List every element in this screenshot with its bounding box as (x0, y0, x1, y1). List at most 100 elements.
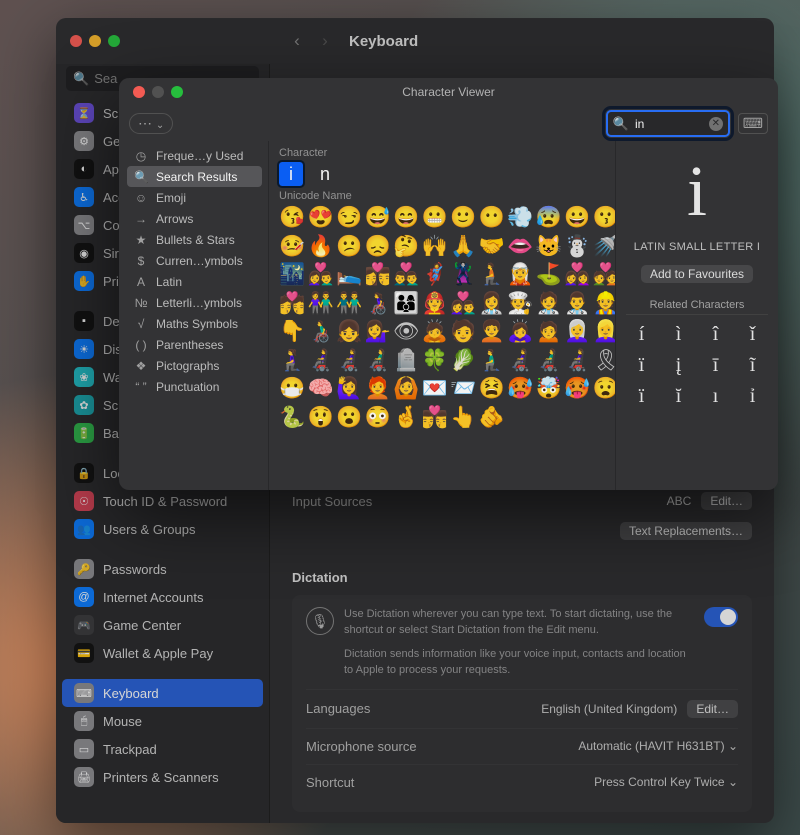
minimize-icon[interactable] (89, 35, 101, 47)
emoji-cell[interactable]: 👨‍🦼 (365, 348, 391, 374)
keyboard-viewer-icon[interactable]: ⌨︎ (738, 113, 768, 134)
category-item[interactable]: $Curren…ymbols (127, 250, 262, 271)
emoji-cell[interactable]: 🧑‍⚕️ (536, 291, 562, 317)
emoji-cell[interactable]: 😗 (593, 205, 616, 231)
emoji-cell[interactable]: ☃️ (564, 234, 590, 260)
sidebar-item-internet-accounts[interactable]: @Internet Accounts (62, 583, 263, 611)
emoji-cell[interactable]: 👨‍🦽 (308, 319, 334, 345)
emoji-cell[interactable]: 👩‍❤️‍👨 (450, 291, 476, 317)
emoji-cell[interactable]: 👬 (336, 291, 362, 317)
emoji-cell[interactable]: 👁 (393, 319, 419, 345)
emoji-cell[interactable]: 🤝 (479, 234, 505, 260)
emoji-cell[interactable]: 🧑‍🍳 (507, 291, 533, 317)
emoji-cell[interactable]: 🧑‍🦰 (365, 376, 391, 402)
forward-button[interactable]: › (311, 31, 339, 51)
emoji-cell[interactable]: 😅 (365, 205, 391, 231)
sidebar-item-trackpad[interactable]: ▭Trackpad (62, 735, 263, 763)
emoji-cell[interactable]: 🌃 (279, 262, 305, 288)
clear-search-icon[interactable]: ✕ (709, 117, 723, 131)
emoji-cell[interactable]: 🙇 (422, 319, 448, 345)
related-char[interactable]: ï (626, 385, 657, 408)
related-char[interactable]: ī (700, 354, 731, 377)
related-char[interactable]: ì (663, 323, 694, 346)
emoji-cell[interactable]: 🤯 (536, 376, 562, 402)
emoji-cell[interactable]: 😕 (336, 234, 362, 260)
emoji-cell[interactable]: 🧑 (450, 319, 476, 345)
emoji-cell[interactable]: 👩‍🦼 (507, 348, 533, 374)
category-item[interactable]: 🔍Search Results (127, 166, 262, 187)
emoji-cell[interactable]: 👩‍❤️‍👨 (308, 262, 334, 288)
input-sources-edit-button[interactable]: Edit… (701, 492, 752, 510)
emoji-cell[interactable]: 👷 (593, 291, 616, 317)
emoji-cell[interactable]: 😰 (536, 205, 562, 231)
charviewer-search-input[interactable] (633, 116, 709, 132)
sidebar-item-users-groups[interactable]: 👥Users & Groups (62, 515, 263, 543)
emoji-cell[interactable]: 🙆 (393, 376, 419, 402)
sidebar-item-game-center[interactable]: 🎮Game Center (62, 611, 263, 639)
emoji-cell[interactable]: 👩‍🦽 (365, 291, 391, 317)
emoji-cell[interactable]: 🙋‍♀️ (336, 376, 362, 402)
emoji-cell[interactable]: 👨‍🦼 (536, 348, 562, 374)
emoji-cell[interactable]: 👩‍🦼 (564, 348, 590, 374)
emoji-cell[interactable]: 🤞 (393, 405, 419, 431)
related-char[interactable]: ĭ (663, 385, 694, 408)
emoji-cell[interactable]: 👨‍⚕️ (564, 291, 590, 317)
emoji-cell[interactable]: 😏 (336, 205, 362, 231)
emoji-cell[interactable]: 👩‍🦳 (564, 319, 590, 345)
emoji-cell[interactable]: 👄 (507, 234, 533, 260)
emoji-cell[interactable]: 💁‍♀️ (365, 319, 391, 345)
emoji-cell[interactable]: 🙍 (536, 319, 562, 345)
related-char[interactable]: î (700, 323, 731, 346)
emoji-cell[interactable]: 🥵 (507, 376, 533, 402)
emoji-cell[interactable]: 😳 (365, 405, 391, 431)
emoji-cell[interactable]: 😞 (365, 234, 391, 260)
sidebar-item-touch-id-password[interactable]: ☉Touch ID & Password (62, 487, 263, 515)
emoji-cell[interactable]: 😘 (279, 205, 305, 231)
character-cell[interactable]: i (279, 162, 303, 186)
emoji-cell[interactable]: 🧎‍♂️ (479, 348, 505, 374)
emoji-cell[interactable]: 🙌 (422, 234, 448, 260)
emoji-cell[interactable]: 😫 (479, 376, 505, 402)
emoji-cell[interactable]: 🐍 (279, 405, 305, 431)
emoji-cell[interactable]: 🧎‍♀️ (279, 348, 305, 374)
emoji-cell[interactable]: 🔥 (308, 234, 334, 260)
shortcut-value[interactable]: Press Control Key Twice ⌄ (594, 775, 738, 789)
emoji-cell[interactable]: 🧑‍🦱 (479, 319, 505, 345)
category-item[interactable]: ❖Pictographs (127, 355, 262, 376)
languages-edit-button[interactable]: Edit… (687, 700, 738, 718)
emoji-cell[interactable]: 🪦 (393, 348, 419, 374)
emoji-cell[interactable]: 😧 (593, 376, 616, 402)
emoji-cell[interactable]: 😲 (308, 405, 334, 431)
emoji-cell[interactable]: 🍀 (422, 348, 448, 374)
sidebar-item-wallet-apple-pay[interactable]: 💳Wallet & Apple Pay (62, 639, 263, 667)
emoji-cell[interactable]: 🦹 (450, 262, 476, 288)
emoji-cell[interactable]: 😀 (564, 205, 590, 231)
emoji-cell[interactable]: 👨‍❤️‍💋‍👨 (422, 405, 448, 431)
emoji-cell[interactable]: 🧎 (479, 262, 505, 288)
emoji-cell[interactable]: 💨 (507, 205, 533, 231)
sidebar-item-printers-scanners[interactable]: 🖨Printers & Scanners (62, 763, 263, 791)
emoji-cell[interactable]: 🤒 (279, 234, 305, 260)
emoji-cell[interactable]: 🫵 (479, 405, 505, 431)
charviewer-search[interactable]: 🔍 ✕ (606, 110, 730, 137)
back-button[interactable]: ‹ (283, 31, 311, 51)
category-item[interactable]: ★Bullets & Stars (127, 229, 262, 250)
emoji-cell[interactable]: 🛌 (336, 262, 362, 288)
dictation-toggle[interactable] (704, 607, 738, 627)
category-item[interactable]: √Maths Symbols (127, 313, 262, 334)
emoji-cell[interactable]: 👩‍⚕️ (479, 291, 505, 317)
category-menu-button[interactable]: ⋯ ⌄ (129, 113, 173, 134)
category-item[interactable]: ALatin (127, 271, 262, 292)
emoji-cell[interactable]: 😍 (308, 205, 334, 231)
close-icon[interactable] (70, 35, 82, 47)
emoji-cell[interactable]: 👱‍♀️ (593, 319, 616, 345)
emoji-cell[interactable]: 👧 (336, 319, 362, 345)
emoji-cell[interactable]: 👨‍👩‍👦 (393, 291, 419, 317)
sidebar-item-mouse[interactable]: 🖱Mouse (62, 707, 263, 735)
emoji-cell[interactable]: 🚿 (593, 234, 616, 260)
related-char[interactable]: ï (626, 354, 657, 377)
emoji-cell[interactable]: 👆 (450, 405, 476, 431)
character-cell[interactable]: n (313, 162, 337, 186)
related-char[interactable]: í (626, 323, 657, 346)
emoji-cell[interactable]: 💏 (279, 291, 305, 317)
